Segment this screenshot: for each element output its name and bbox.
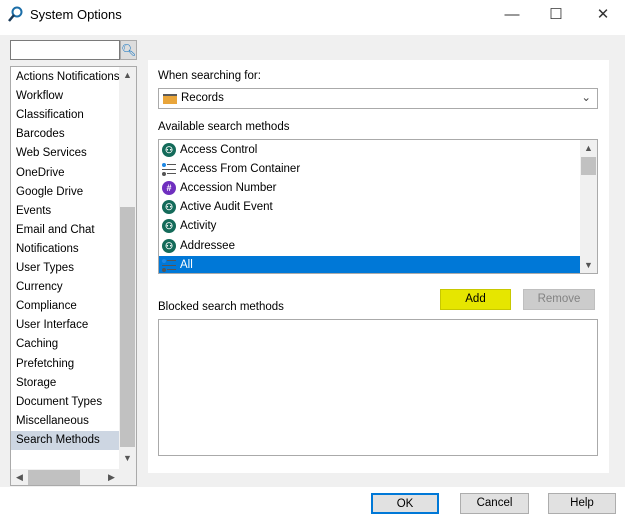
person-icon: ⚇	[162, 238, 176, 253]
available-method-label: Addressee	[180, 239, 235, 252]
sidebar-item[interactable]: Web Services	[11, 144, 119, 163]
available-method-label: Active Audit Event	[180, 201, 273, 214]
available-method-item[interactable]: ⚇ Activity	[159, 217, 580, 236]
scroll-down-icon[interactable]: ▼	[119, 453, 136, 463]
sidebar-item[interactable]: User Types	[11, 259, 119, 278]
window-title: System Options	[30, 7, 122, 22]
help-button[interactable]: Help	[548, 493, 616, 514]
available-method-item[interactable]: All	[159, 255, 580, 273]
searching-for-dropdown[interactable]: Records ⌄	[158, 88, 598, 109]
sidebar-item[interactable]: Caching	[11, 335, 119, 354]
cancel-button[interactable]: Cancel	[460, 493, 529, 514]
scroll-left-icon[interactable]: ◀	[11, 472, 28, 483]
chevron-down-icon: ⌄	[581, 92, 591, 104]
sidebar-item[interactable]: Classification	[11, 106, 119, 125]
available-method-label: All	[180, 258, 193, 271]
available-method-label: Accession Number	[180, 182, 277, 195]
available-method-label: Activity	[180, 220, 217, 233]
sidebar-item[interactable]: Prefetching	[11, 355, 119, 374]
sidebar-item[interactable]: Search Methods	[11, 430, 119, 450]
dropdown-value: Records	[181, 92, 224, 104]
maximize-button[interactable]: ☐	[541, 4, 571, 26]
available-method-item[interactable]: ⚇ Addressee	[159, 237, 580, 256]
sidebar-item[interactable]: Notifications	[11, 240, 119, 259]
ok-button[interactable]: OK	[371, 493, 439, 514]
available-method-item[interactable]: # Accession Number	[159, 179, 580, 198]
sidebar-item[interactable]: Storage	[11, 374, 119, 393]
sidebar-item[interactable]: OneDrive	[11, 164, 119, 183]
h-scroll-thumb[interactable]	[28, 470, 80, 485]
searching-for-label: When searching for:	[158, 70, 261, 82]
available-methods-label: Available search methods	[158, 121, 290, 133]
available-method-label: Access From Container	[180, 163, 301, 176]
available-method-item[interactable]: ⚇ Active Audit Event	[159, 198, 580, 217]
minimize-button[interactable]: —	[497, 4, 527, 26]
available-methods-list: ▲ ▼ ⚇ Access Control Access From Container…	[158, 139, 598, 274]
folder-icon	[163, 94, 177, 104]
sidebar-item[interactable]: Document Types	[11, 393, 119, 412]
app-icon	[8, 6, 24, 22]
hash-icon: #	[162, 181, 176, 196]
scroll-thumb[interactable]	[120, 207, 135, 447]
available-scrollbar[interactable]: ▲ ▼	[580, 140, 597, 273]
person-icon: ⚇	[162, 219, 176, 234]
blocked-methods-label: Blocked search methods	[158, 301, 284, 313]
remove-button[interactable]: Remove	[523, 289, 595, 310]
scroll-up-icon[interactable]: ▲	[119, 70, 136, 80]
sidebar-item[interactable]: Actions Notifications	[11, 68, 120, 87]
sidebar-vertical-scrollbar[interactable]: ▲ ▼	[119, 67, 136, 469]
sidebar-item[interactable]: Email and Chat	[11, 221, 119, 240]
list-icon	[162, 162, 176, 177]
sidebar-item[interactable]: User Interface	[11, 316, 119, 335]
search-icon: 🔍︎	[121, 43, 137, 57]
search-button[interactable]: 🔍︎	[120, 40, 137, 60]
scroll-right-icon[interactable]: ▶	[103, 472, 120, 483]
person-icon: ⚇	[162, 200, 176, 215]
sidebar-item[interactable]: Compliance	[11, 297, 119, 316]
person-icon: ⚇	[162, 143, 176, 157]
add-button[interactable]: Add	[440, 289, 511, 310]
sidebar-item[interactable]: Currency	[11, 278, 119, 297]
sidebar-item[interactable]: Workflow	[11, 87, 119, 106]
sidebar-item[interactable]: Barcodes	[11, 125, 119, 144]
scroll-thumb[interactable]	[581, 157, 596, 175]
close-button[interactable]: ✕	[588, 4, 618, 26]
blocked-methods-list[interactable]	[158, 319, 598, 456]
sidebar-item[interactable]: Events	[11, 202, 119, 221]
sidebar-search-input[interactable]	[10, 40, 120, 60]
available-method-label: Access Control	[180, 144, 258, 156]
sidebar-horizontal-scrollbar[interactable]: ◀ ▶	[11, 469, 136, 485]
sidebar-list: ▲ ▼ ◀ ▶ Actions Notifications Workflow Cla…	[10, 66, 137, 486]
sidebar-item[interactable]: Miscellaneous	[11, 412, 119, 431]
scroll-up-icon[interactable]: ▲	[580, 143, 597, 153]
scroll-down-icon[interactable]: ▼	[580, 260, 597, 270]
available-method-item[interactable]: Access From Container	[159, 160, 580, 179]
list-icon	[162, 258, 176, 272]
available-method-item[interactable]: ⚇ Access Control	[159, 141, 580, 160]
sidebar-item[interactable]: Google Drive	[11, 183, 119, 202]
